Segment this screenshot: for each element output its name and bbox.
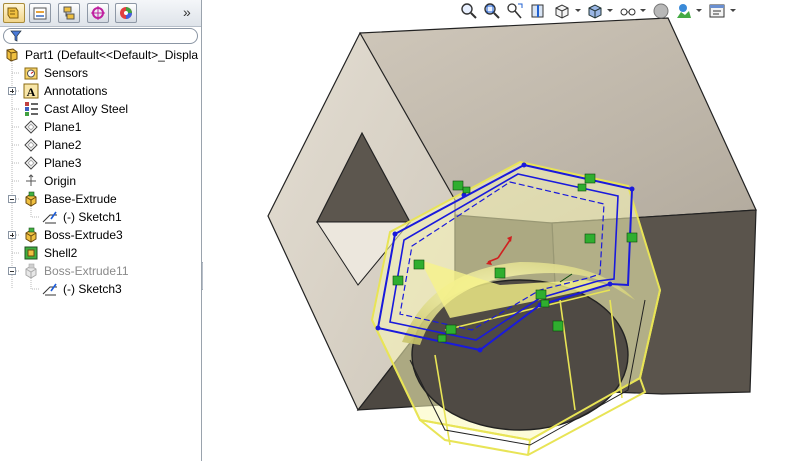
expand-plus-icon[interactable]: [8, 87, 16, 95]
tree-item-sensors[interactable]: Sensors: [0, 64, 201, 82]
view-orientation-icon[interactable]: [553, 2, 571, 20]
tree-item-label: Shell2: [44, 246, 78, 260]
edit-appearance-icon[interactable]: [652, 2, 670, 20]
feature-manager-panel: » Part1 (Default<<Default>_Displa Sensor…: [0, 0, 202, 461]
graphics-area[interactable]: [203, 0, 792, 461]
tree-item-label: Cast Alloy Steel: [44, 102, 129, 116]
tree-item-label: Origin: [44, 174, 77, 188]
zoom-to-area-icon[interactable]: [483, 2, 501, 20]
view-settings-caret-icon[interactable]: [730, 9, 736, 12]
sensors-icon: [24, 67, 38, 80]
shell-icon: [24, 246, 38, 260]
tree-item-label: (-) Sketch3: [63, 282, 122, 296]
heads-up-view-toolbar: [458, 0, 792, 22]
plane-icon: [24, 156, 38, 170]
expand-plus-icon[interactable]: [8, 231, 16, 239]
hide-show-items-icon[interactable]: [619, 2, 637, 20]
display-style-icon[interactable]: [586, 2, 604, 20]
propertymanager-tab-icon[interactable]: [29, 3, 51, 23]
sketch-icon: [42, 211, 57, 224]
tree-item-label: Annotations: [44, 84, 108, 98]
tree-item-shell2[interactable]: Shell2: [0, 244, 201, 262]
apply-scene-caret-icon[interactable]: [696, 9, 702, 12]
extrude-icon: [25, 227, 37, 243]
tree-item-sketch3[interactable]: (-) Sketch3: [0, 280, 201, 298]
featuremanager-tab-icon[interactable]: [3, 3, 25, 23]
tree-item-label: (-) Sketch1: [63, 210, 122, 224]
svg-text:A: A: [27, 85, 36, 99]
tree-item-label: Sensors: [44, 66, 89, 80]
tree-item-plane2[interactable]: Plane2: [0, 136, 201, 154]
extrude-icon: [25, 263, 37, 279]
tree-item-label: Plane3: [44, 156, 82, 170]
tree-item-label: Boss-Extrude11: [44, 264, 129, 278]
tree-item-origin[interactable]: Origin: [0, 172, 201, 190]
tree-item-label: Part1 (Default<<Default>_Displa: [25, 48, 199, 62]
collapse-minus-icon[interactable]: [8, 267, 16, 275]
origin-icon: [26, 174, 36, 186]
expand-panel-icon[interactable]: »: [183, 4, 191, 20]
tree-item-label: Plane2: [44, 138, 82, 152]
previous-view-icon[interactable]: [506, 2, 524, 20]
tree-item-base-extrude[interactable]: Base-Extrude: [0, 190, 201, 208]
tree-item-sketch1[interactable]: (-) Sketch1: [0, 208, 201, 226]
extrude-icon: [25, 191, 37, 207]
tree-item-label: Base-Extrude: [44, 192, 117, 206]
tree-item-annotations[interactable]: A Annotations: [0, 82, 201, 100]
view-settings-icon[interactable]: [708, 2, 726, 20]
panel-tab-bar: »: [0, 0, 201, 27]
part-icon: [6, 48, 18, 62]
filter-icon: [10, 30, 22, 42]
tree-item-material[interactable]: Cast Alloy Steel: [0, 100, 201, 118]
tree-item-label: Plane1: [44, 120, 82, 134]
tree-item-boss-extrude11[interactable]: Boss-Extrude11: [0, 262, 201, 280]
dimxpert-tab-icon[interactable]: [87, 3, 109, 23]
tree-item-label: Boss-Extrude3: [44, 228, 123, 242]
material-icon: [25, 102, 38, 116]
appearances-tab-icon[interactable]: [115, 3, 137, 23]
collapse-minus-icon[interactable]: [8, 195, 16, 203]
display-style-caret-icon[interactable]: [607, 9, 613, 12]
apply-scene-icon[interactable]: [675, 2, 693, 20]
tree-item-plane1[interactable]: Plane1: [0, 118, 201, 136]
tree-item-boss-extrude3[interactable]: Boss-Extrude3: [0, 226, 201, 244]
tree-item-part1[interactable]: Part1 (Default<<Default>_Displa: [0, 46, 201, 64]
tree-item-plane3[interactable]: Plane3: [0, 154, 201, 172]
section-view-icon[interactable]: [529, 2, 547, 20]
configurationmanager-tab-icon[interactable]: [58, 3, 80, 23]
plane-icon: [24, 138, 38, 152]
zoom-to-fit-icon[interactable]: [460, 2, 478, 20]
hide-show-items-caret-icon[interactable]: [640, 9, 646, 12]
filter-input[interactable]: [3, 28, 198, 44]
model-view[interactable]: [203, 0, 792, 461]
view-orientation-caret-icon[interactable]: [575, 9, 581, 12]
sketch-icon: [42, 283, 57, 296]
plane-icon: [24, 120, 38, 134]
annotations-icon: A: [23, 83, 39, 99]
